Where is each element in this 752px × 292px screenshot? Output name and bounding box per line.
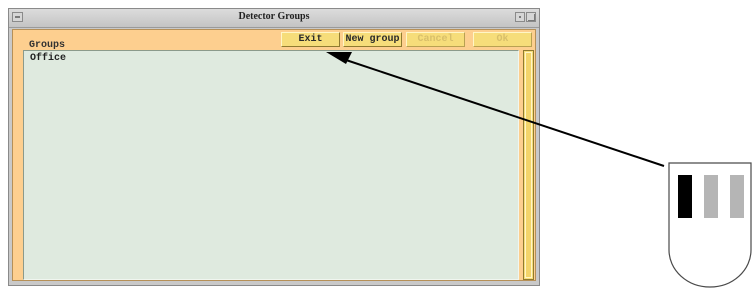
arrow-pointer — [326, 52, 665, 167]
detector-icon — [668, 162, 752, 288]
